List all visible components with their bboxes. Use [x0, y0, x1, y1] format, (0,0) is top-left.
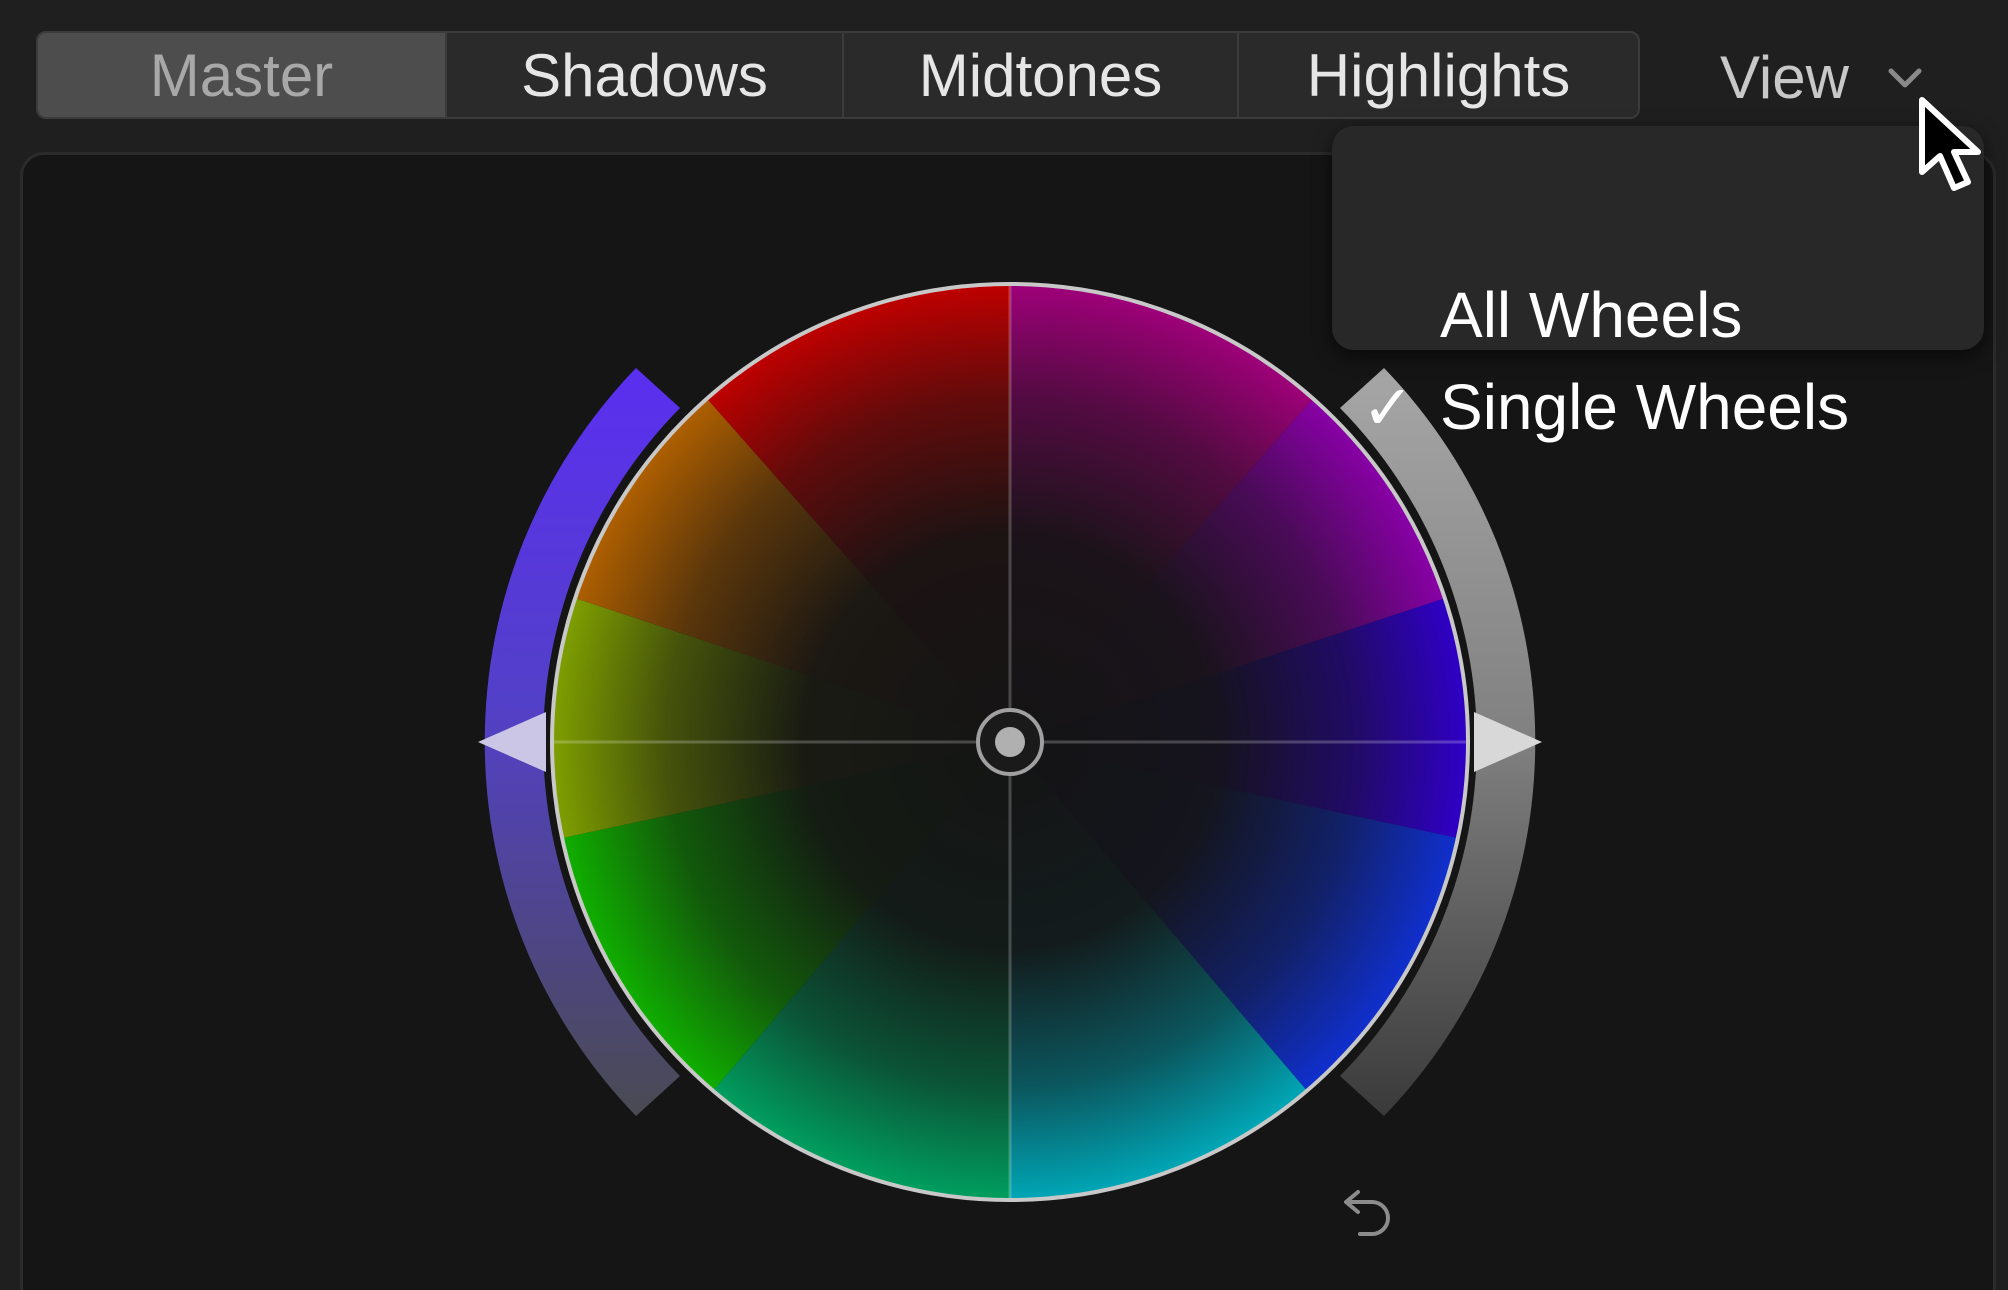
menu-item-label: All Wheels [1440, 279, 1743, 351]
color-board-root: Master Shadows Midtones Highlights View [0, 0, 2008, 1290]
puck-icon[interactable] [976, 708, 1044, 776]
menu-item-all-wheels[interactable]: All Wheels [1332, 270, 1984, 360]
check-icon: ✓ [1362, 370, 1414, 444]
menu-item-single-wheels[interactable]: ✓ Single Wheels [1332, 362, 1984, 452]
reset-arrow-icon[interactable] [1338, 1178, 1398, 1240]
menu-item-label: Single Wheels [1440, 371, 1850, 443]
view-dropdown-menu: All Wheels ✓ Single Wheels [1332, 126, 1984, 444]
pointer-cursor-icon [1919, 97, 1981, 191]
